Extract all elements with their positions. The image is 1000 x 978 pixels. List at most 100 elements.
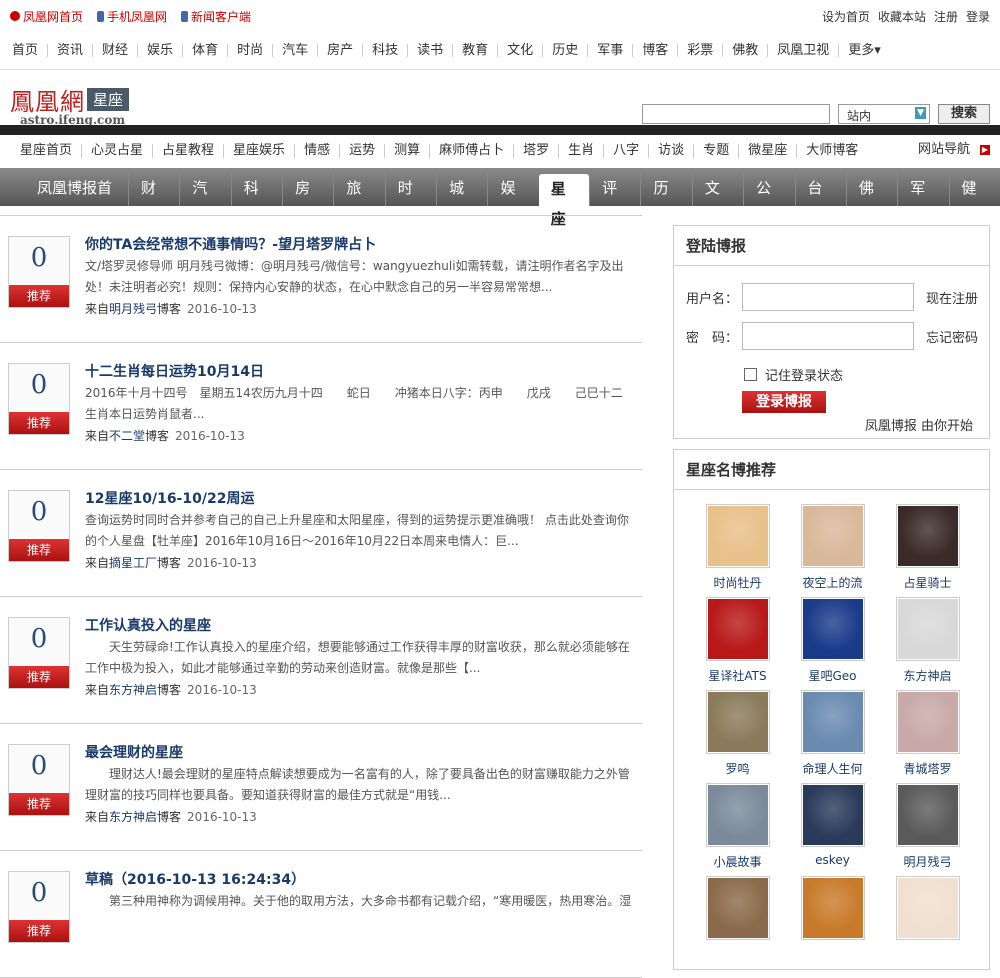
top-right-link[interactable]: 收藏本站 <box>878 8 926 25</box>
blogger-avatar[interactable] <box>800 783 865 847</box>
main-nav-item[interactable]: 财经 <box>92 44 137 57</box>
blogger-name[interactable]: 命理人生何 <box>785 760 880 777</box>
astro-nav-item[interactable]: 访谈 <box>648 144 693 158</box>
blogger-avatar[interactable] <box>895 597 960 661</box>
main-nav-item[interactable]: 资讯 <box>47 44 92 57</box>
blogger-avatar[interactable] <box>800 504 865 568</box>
blogger-card[interactable]: 青城塔罗 <box>880 690 975 783</box>
remember-me[interactable]: 记住登录状态 <box>744 365 843 384</box>
astro-nav-item[interactable]: 八字 <box>603 144 648 158</box>
blog-nav-item[interactable]: 佛教 <box>845 168 897 237</box>
post-title[interactable]: 十二生肖每日运势10月14日 <box>85 361 264 381</box>
blogger-card[interactable]: 东方神启 <box>880 597 975 690</box>
site-nav-link[interactable]: 网站导航 ▶ <box>918 143 990 157</box>
blogger-card[interactable] <box>690 876 785 969</box>
main-nav-item[interactable]: 娱乐 <box>137 44 182 57</box>
recommend-button[interactable]: 推荐 <box>9 920 69 942</box>
top-link[interactable]: 手机凤凰网 <box>97 8 167 25</box>
register-link[interactable]: 现在注册 <box>926 288 978 307</box>
main-nav-item[interactable]: 教育 <box>452 44 497 57</box>
blog-nav-item[interactable]: 城市 <box>436 168 487 237</box>
blogger-name[interactable]: 罗鸣 <box>690 760 785 777</box>
blogger-name[interactable]: 占星骑士 <box>880 574 975 591</box>
recommend-button[interactable]: 推荐 <box>9 412 69 434</box>
blog-nav-item[interactable]: 台湾 <box>794 168 846 237</box>
blogger-card[interactable]: 小晨故事 <box>690 783 785 876</box>
blogger-avatar[interactable] <box>895 783 960 847</box>
blogger-name[interactable]: 时尚牡丹 <box>690 574 785 591</box>
astro-nav-item[interactable]: 专题 <box>693 144 738 158</box>
blogger-name[interactable]: 东方神启 <box>880 667 975 684</box>
blog-nav-item[interactable]: 旅游 <box>333 168 384 237</box>
astro-nav-item[interactable]: 心灵占星 <box>81 144 152 158</box>
recommend-button[interactable]: 推荐 <box>9 285 69 307</box>
blogger-avatar[interactable] <box>800 597 865 661</box>
astro-nav-item[interactable]: 运势 <box>339 144 384 158</box>
main-nav-item[interactable]: 科技 <box>362 44 407 57</box>
blogger-card[interactable] <box>785 876 880 969</box>
author-link[interactable]: 东方神启 <box>109 810 157 824</box>
blog-nav-item[interactable]: 历史 <box>640 168 691 237</box>
author-link[interactable]: 不二堂 <box>109 429 145 443</box>
blogger-name[interactable]: 夜空上的流 <box>785 574 880 591</box>
blogger-card[interactable]: eskey <box>785 783 880 876</box>
blogger-avatar[interactable] <box>895 504 960 568</box>
blogger-card[interactable]: 星译社ATS <box>690 597 785 690</box>
astro-nav-item[interactable]: 测算 <box>384 144 429 158</box>
blog-nav-item[interactable]: 娱乐 <box>487 168 538 237</box>
site-logo[interactable]: 鳳凰網 星座 astro.ifeng.com <box>10 82 130 127</box>
main-nav-item[interactable]: 读书 <box>407 44 452 57</box>
post-title[interactable]: 12星座10/16-10/22周运 <box>85 488 254 508</box>
recommend-button[interactable]: 推荐 <box>9 793 69 815</box>
blog-nav-item[interactable]: 文化 <box>691 168 743 237</box>
blogger-avatar[interactable] <box>705 690 770 754</box>
blogger-name[interactable]: eskey <box>785 853 880 867</box>
main-nav-item[interactable]: 历史 <box>542 44 587 57</box>
blog-nav-item[interactable]: 军事 <box>897 168 948 237</box>
blogger-name[interactable]: 青城塔罗 <box>880 760 975 777</box>
blog-nav-item[interactable]: 健康 <box>948 168 1000 237</box>
blogger-avatar[interactable] <box>895 690 960 754</box>
main-nav-item[interactable]: 军事 <box>587 44 632 57</box>
blogger-name[interactable]: 星吧Geo <box>785 667 880 684</box>
astro-nav-item[interactable]: 生肖 <box>558 144 603 158</box>
password-input[interactable] <box>742 322 914 350</box>
blogger-card[interactable]: 罗鸣 <box>690 690 785 783</box>
forgot-password-link[interactable]: 忘记密码 <box>926 327 978 346</box>
blog-nav-item[interactable]: 评论 <box>589 168 640 237</box>
blogger-avatar[interactable] <box>705 597 770 661</box>
main-nav-item[interactable]: 博客 <box>632 44 677 57</box>
top-right-link[interactable]: 登录 <box>966 8 990 25</box>
astro-nav-item[interactable]: 星座首页 <box>0 144 81 158</box>
main-nav-item[interactable]: 更多▾ <box>838 44 890 57</box>
astro-nav-item[interactable]: 塔罗 <box>513 144 558 158</box>
username-input[interactable] <box>742 283 914 311</box>
blogger-card[interactable]: 明月残弓 <box>880 783 975 876</box>
blogger-avatar[interactable] <box>800 876 865 940</box>
post-title[interactable]: 草稿（2016-10-13 16:24:34） <box>85 869 305 889</box>
blogger-avatar[interactable] <box>800 690 865 754</box>
blog-nav-item[interactable]: 科技 <box>230 168 282 237</box>
blog-nav-item[interactable]: 汽车 <box>179 168 230 237</box>
author-link[interactable]: 东方神启 <box>109 683 157 697</box>
search-button[interactable]: 搜索 <box>938 104 990 124</box>
main-nav-item[interactable]: 彩票 <box>677 44 722 57</box>
blog-nav-item[interactable]: 公益 <box>743 168 794 237</box>
blogger-name[interactable]: 星译社ATS <box>690 667 785 684</box>
blogger-name[interactable]: 小晨故事 <box>690 853 785 870</box>
main-nav-item[interactable]: 佛教 <box>722 44 767 57</box>
main-nav-item[interactable]: 体育 <box>182 44 227 57</box>
blogger-avatar[interactable] <box>705 783 770 847</box>
vote-box[interactable]: 0 推荐 <box>8 363 70 435</box>
main-nav-item[interactable]: 时尚 <box>227 44 272 57</box>
main-nav-item[interactable]: 房产 <box>317 44 362 57</box>
blog-nav-item[interactable]: 时尚 <box>384 168 436 237</box>
main-nav-item[interactable]: 汽车 <box>272 44 317 57</box>
search-scope-select[interactable]: 站内 <box>838 104 930 124</box>
blog-nav-item[interactable]: 星座 <box>538 174 590 228</box>
astro-nav-item[interactable]: 占星教程 <box>152 144 223 158</box>
login-button[interactable]: 登录博报 <box>742 391 826 413</box>
vote-box[interactable]: 0 推荐 <box>8 871 70 943</box>
post-title[interactable]: 工作认真投入的星座 <box>85 615 211 635</box>
post-title[interactable]: 你的TA会经常想不通事情吗？-望月塔罗牌占卜 <box>85 234 376 254</box>
